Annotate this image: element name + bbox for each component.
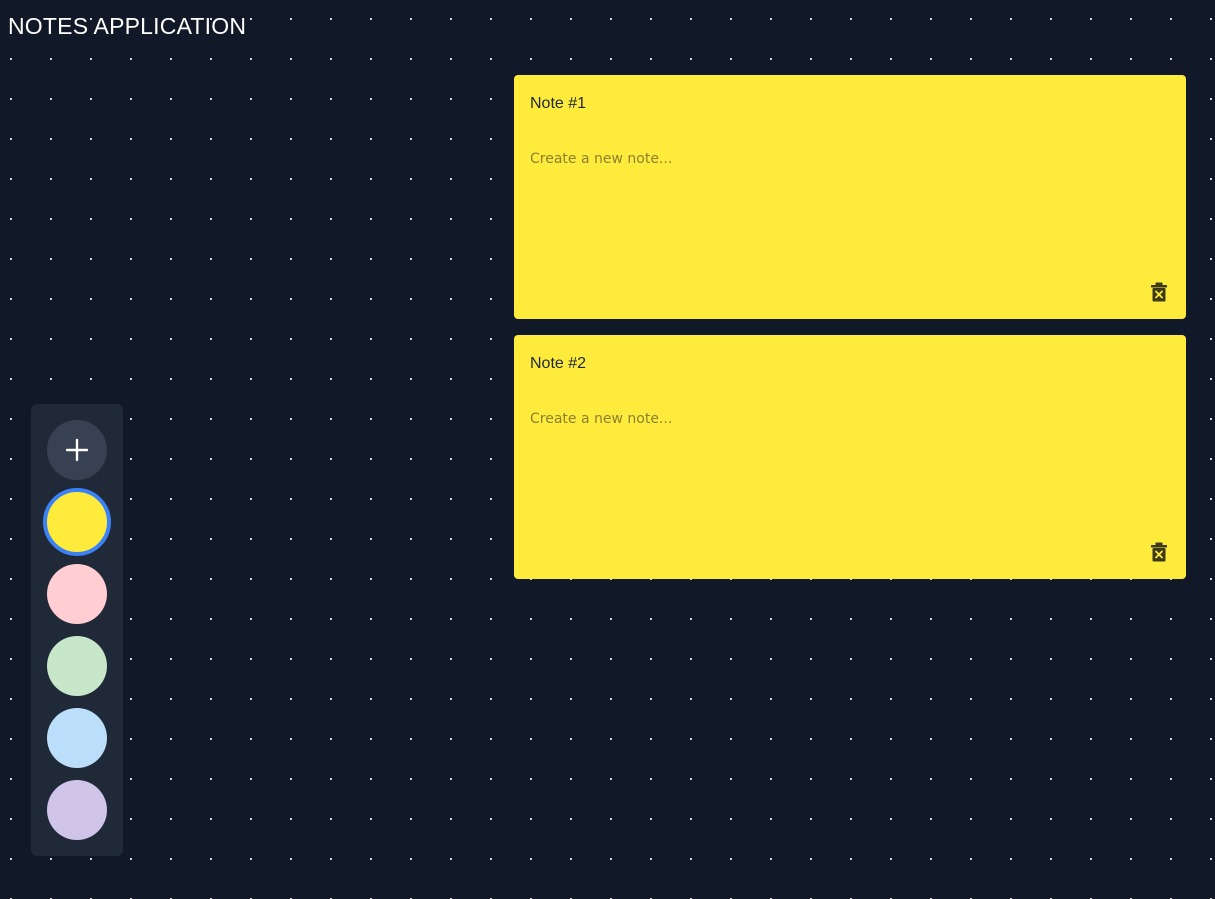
note-title[interactable]: Note #1 bbox=[530, 95, 586, 113]
color-swatch-green[interactable] bbox=[47, 636, 107, 696]
app-title: NOTES APPLICATION bbox=[8, 13, 247, 39]
note-title[interactable]: Note #2 bbox=[530, 355, 586, 373]
note-textarea[interactable] bbox=[530, 151, 1150, 271]
delete-note-button[interactable] bbox=[1150, 282, 1168, 302]
color-toolbar bbox=[31, 404, 123, 856]
note-textarea[interactable] bbox=[530, 411, 1150, 531]
add-note-button[interactable] bbox=[47, 420, 107, 480]
delete-note-button[interactable] bbox=[1150, 542, 1168, 562]
color-swatch-pink[interactable] bbox=[47, 564, 107, 624]
color-swatch-purple[interactable] bbox=[47, 780, 107, 840]
trash-icon bbox=[1151, 542, 1167, 562]
color-swatch-blue[interactable] bbox=[47, 708, 107, 768]
color-swatch-yellow[interactable] bbox=[43, 488, 111, 556]
plus-icon bbox=[65, 438, 89, 462]
trash-icon bbox=[1151, 282, 1167, 302]
note-card: Note #2 bbox=[514, 335, 1186, 579]
note-card: Note #1 bbox=[514, 75, 1186, 319]
